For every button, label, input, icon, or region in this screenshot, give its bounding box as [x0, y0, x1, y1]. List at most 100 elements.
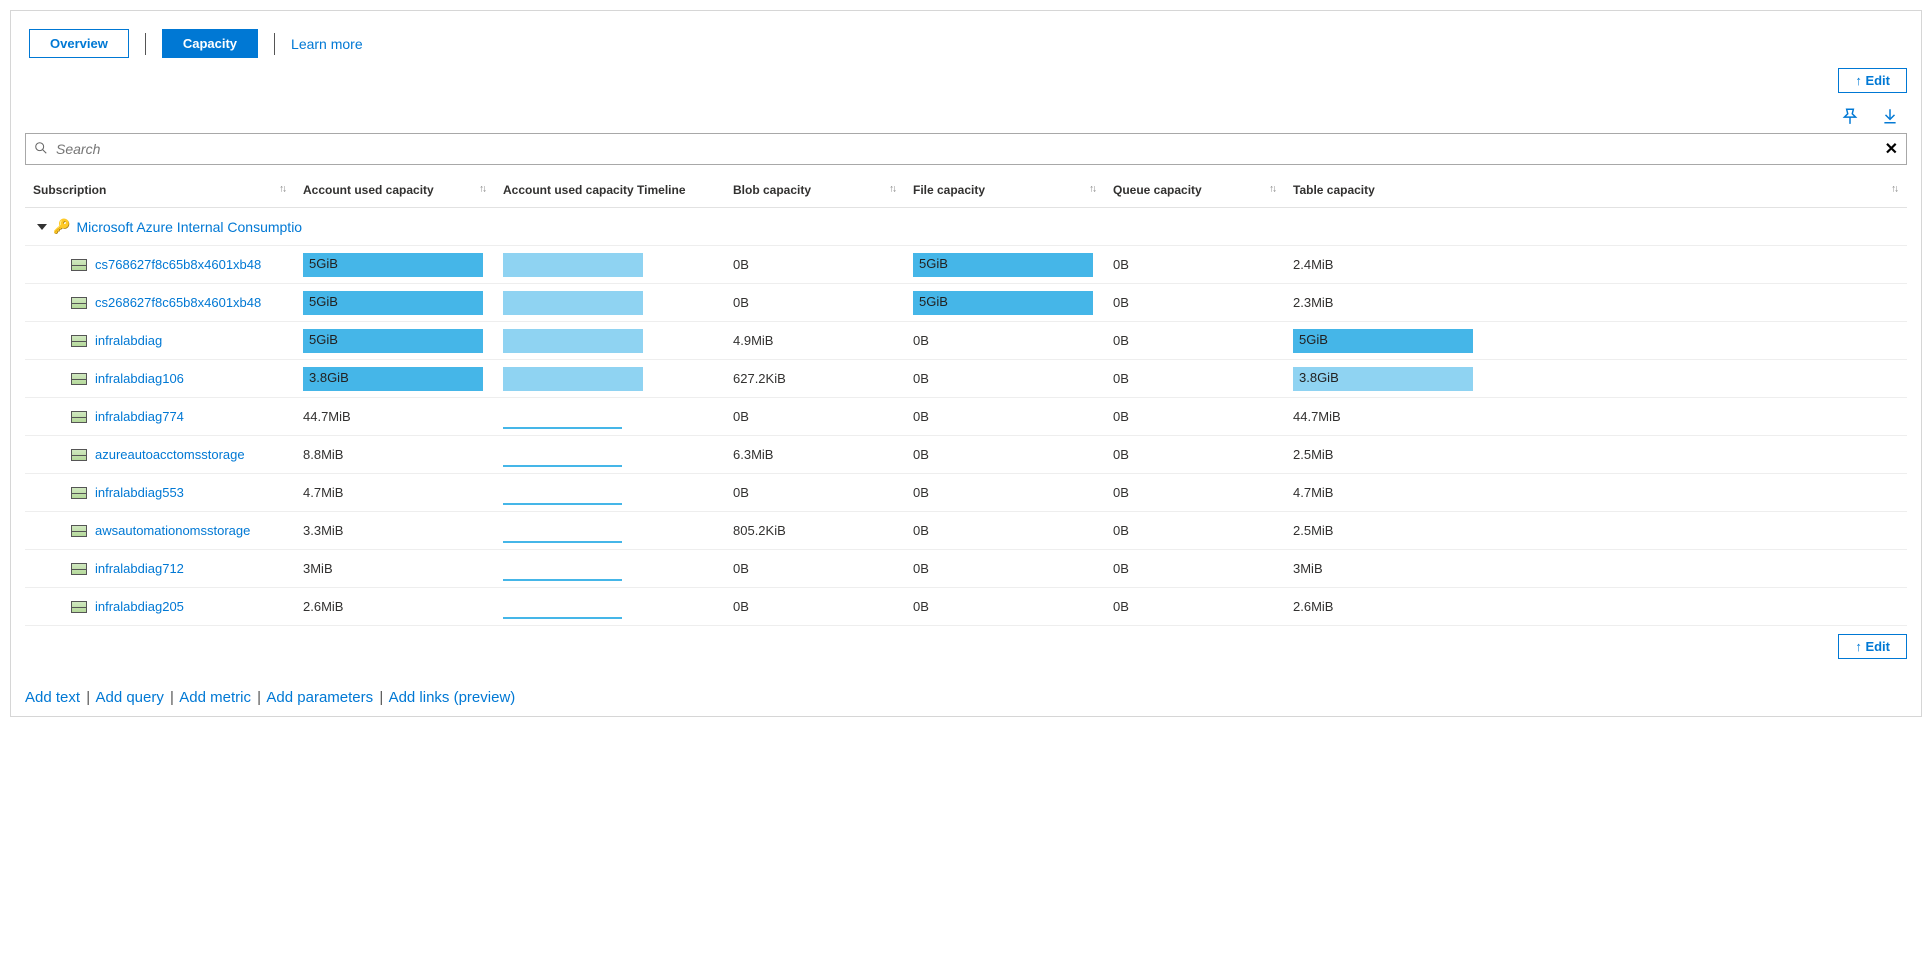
- col-table[interactable]: Table capacity↑↓: [1285, 171, 1907, 208]
- col-timeline[interactable]: Account used capacity Timeline: [495, 171, 725, 208]
- cell-timeline: [495, 512, 725, 550]
- cell-timeline: [495, 550, 725, 588]
- storage-account-link[interactable]: awsautomationomsstorage: [95, 523, 250, 538]
- cell-queue: 0B: [1105, 512, 1285, 550]
- table-row: cs268627f8c65b8x4601xb48 5GiB 0B 5GiB 0B…: [25, 284, 1907, 322]
- storage-account-link[interactable]: azureautoacctomsstorage: [95, 447, 245, 462]
- storage-account-link[interactable]: cs768627f8c65b8x4601xb48: [95, 257, 261, 272]
- table-row: azureautoacctomsstorage 8.8MiB 6.3MiB 0B…: [25, 436, 1907, 474]
- cell-queue: 0B: [1105, 550, 1285, 588]
- cell-timeline: [495, 246, 725, 284]
- storage-account-icon: [71, 525, 87, 537]
- add-links-link[interactable]: Add links (preview): [389, 689, 516, 706]
- cell-timeline: [495, 588, 725, 626]
- storage-account-link[interactable]: infralabdiag205: [95, 599, 184, 614]
- storage-account-icon: [71, 335, 87, 347]
- cell-file: 5GiB: [905, 246, 1105, 284]
- cell-account-used: 5GiB: [295, 322, 495, 360]
- cell-blob: 0B: [725, 284, 905, 322]
- storage-account-link[interactable]: infralabdiag553: [95, 485, 184, 500]
- cell-table: 3.8GiB: [1285, 360, 1907, 398]
- cell-table: 2.4MiB: [1285, 246, 1907, 284]
- tab-overview[interactable]: Overview: [29, 29, 129, 58]
- table-row: infralabdiag106 3.8GiB 627.2KiB 0B 0B 3.…: [25, 360, 1907, 398]
- cell-table: 2.5MiB: [1285, 436, 1907, 474]
- add-text-link[interactable]: Add text: [25, 689, 80, 706]
- cell-timeline: [495, 474, 725, 512]
- toolbar-icons: [25, 107, 1899, 125]
- cell-file: 0B: [905, 398, 1105, 436]
- learn-more-link[interactable]: Learn more: [291, 36, 363, 52]
- pin-icon[interactable]: [1841, 107, 1859, 125]
- cell-table: 2.6MiB: [1285, 588, 1907, 626]
- top-tabs: Overview Capacity Learn more: [29, 29, 1907, 58]
- cell-queue: 0B: [1105, 246, 1285, 284]
- cell-timeline: [495, 436, 725, 474]
- cell-account-used: 3.3MiB: [295, 512, 495, 550]
- table-row: infralabdiag774 44.7MiB 0B 0B 0B 44.7MiB: [25, 398, 1907, 436]
- cell-blob: 805.2KiB: [725, 512, 905, 550]
- subscription-group-link[interactable]: Microsoft Azure Internal Consumptio: [76, 219, 302, 235]
- cell-queue: 0B: [1105, 436, 1285, 474]
- cell-file: 0B: [905, 550, 1105, 588]
- add-metric-link[interactable]: Add metric: [179, 689, 251, 706]
- storage-account-link[interactable]: cs268627f8c65b8x4601xb48: [95, 295, 261, 310]
- cell-queue: 0B: [1105, 474, 1285, 512]
- download-icon[interactable]: [1881, 107, 1899, 125]
- cell-timeline: [495, 322, 725, 360]
- cell-table: 4.7MiB: [1285, 474, 1907, 512]
- add-parameters-link[interactable]: Add parameters: [266, 689, 373, 706]
- cell-account-used: 2.6MiB: [295, 588, 495, 626]
- cell-blob: 0B: [725, 398, 905, 436]
- cell-queue: 0B: [1105, 284, 1285, 322]
- table-row: cs768627f8c65b8x4601xb48 5GiB 0B 5GiB 0B…: [25, 246, 1907, 284]
- storage-account-icon: [71, 449, 87, 461]
- storage-account-link[interactable]: infralabdiag106: [95, 371, 184, 386]
- edit-button-top[interactable]: ↑ Edit: [1838, 68, 1907, 93]
- storage-account-icon: [71, 297, 87, 309]
- col-blob[interactable]: Blob capacity↑↓: [725, 171, 905, 208]
- cell-account-used: 4.7MiB: [295, 474, 495, 512]
- storage-account-icon: [71, 487, 87, 499]
- storage-account-icon: [71, 563, 87, 575]
- cell-queue: 0B: [1105, 398, 1285, 436]
- cell-blob: 0B: [725, 588, 905, 626]
- cell-account-used: 5GiB: [295, 284, 495, 322]
- cell-file: 0B: [905, 512, 1105, 550]
- edit-button-bottom[interactable]: ↑ Edit: [1838, 634, 1907, 659]
- cell-account-used: 5GiB: [295, 246, 495, 284]
- tab-separator: [145, 33, 146, 55]
- tab-capacity[interactable]: Capacity: [162, 29, 258, 58]
- search-icon: [34, 141, 48, 158]
- cell-blob: 0B: [725, 474, 905, 512]
- tab-separator: [274, 33, 275, 55]
- col-file[interactable]: File capacity↑↓: [905, 171, 1105, 208]
- storage-account-link[interactable]: infralabdiag: [95, 333, 162, 348]
- cell-file: 0B: [905, 322, 1105, 360]
- add-query-link[interactable]: Add query: [95, 689, 163, 706]
- cell-blob: 0B: [725, 550, 905, 588]
- storage-account-icon: [71, 373, 87, 385]
- cell-account-used: 8.8MiB: [295, 436, 495, 474]
- search-box[interactable]: ✕: [25, 133, 1907, 165]
- cell-blob: 0B: [725, 246, 905, 284]
- col-subscription[interactable]: Subscription↑↓: [25, 171, 295, 208]
- cell-blob: 627.2KiB: [725, 360, 905, 398]
- cell-timeline: [495, 284, 725, 322]
- clear-icon[interactable]: ✕: [1885, 139, 1898, 159]
- capacity-table: Subscription↑↓ Account used capacity↑↓ A…: [25, 171, 1907, 626]
- storage-account-link[interactable]: infralabdiag774: [95, 409, 184, 424]
- cell-table: 3MiB: [1285, 550, 1907, 588]
- col-queue[interactable]: Queue capacity↑↓: [1105, 171, 1285, 208]
- cell-file: 0B: [905, 474, 1105, 512]
- cell-timeline: [495, 360, 725, 398]
- cell-queue: 0B: [1105, 588, 1285, 626]
- cell-table: 44.7MiB: [1285, 398, 1907, 436]
- table-row: infralabdiag205 2.6MiB 0B 0B 0B 2.6MiB: [25, 588, 1907, 626]
- expand-icon[interactable]: [37, 224, 47, 230]
- storage-account-icon: [71, 259, 87, 271]
- col-account-used[interactable]: Account used capacity↑↓: [295, 171, 495, 208]
- storage-account-link[interactable]: infralabdiag712: [95, 561, 184, 576]
- search-input[interactable]: [56, 137, 1885, 161]
- cell-account-used: 3MiB: [295, 550, 495, 588]
